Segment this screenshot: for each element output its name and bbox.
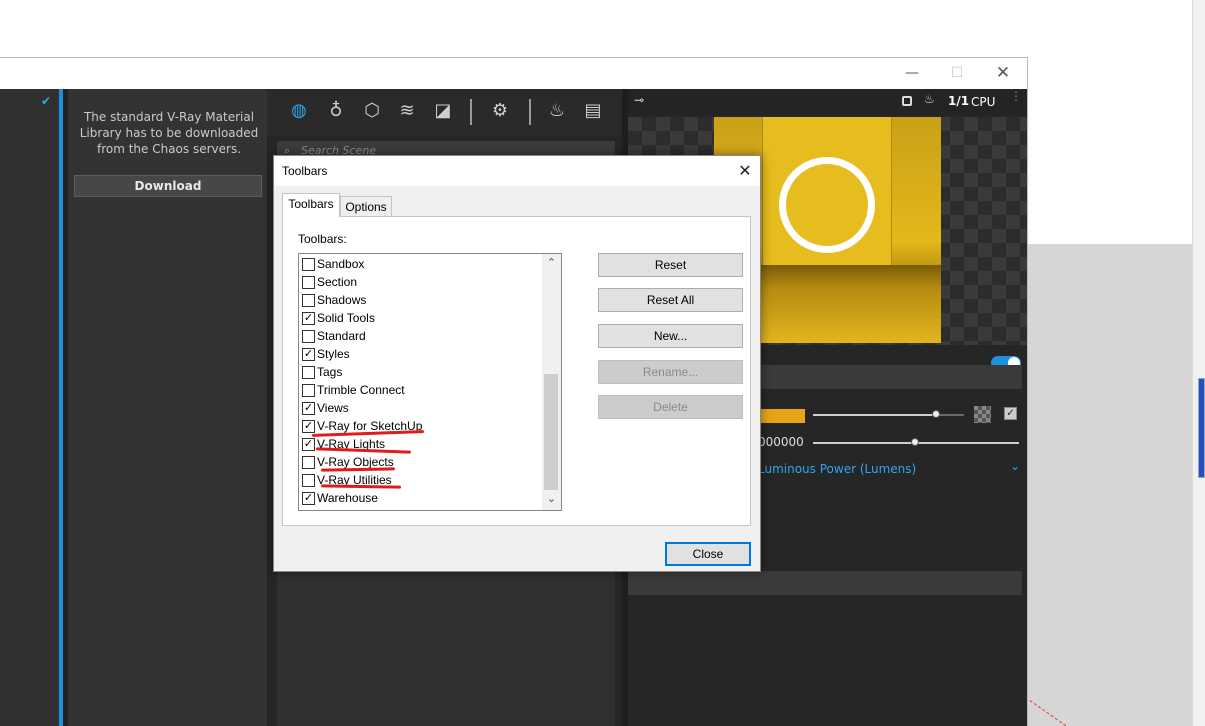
stop-icon[interactable] bbox=[902, 96, 912, 106]
toolbar-list-item[interactable]: ✓ Warehouse bbox=[302, 489, 542, 507]
dialog-title: Toolbars bbox=[282, 164, 328, 178]
new-toolbar-button[interactable]: New... bbox=[598, 324, 743, 348]
download-library-button[interactable]: Download bbox=[74, 175, 262, 197]
delete-button[interactable]: Delete bbox=[598, 395, 743, 419]
toolbar-item-label: Solid Tools bbox=[317, 311, 375, 325]
scroll-up-arrow-icon[interactable]: ⌃ bbox=[542, 256, 561, 269]
chevron-down-icon[interactable]: ⌄ bbox=[1010, 459, 1020, 473]
toolbar-item-label: Sandbox bbox=[317, 257, 365, 271]
toolbar-item-label: Shadows bbox=[317, 293, 367, 307]
dialog-titlebar: Toolbars ✕ bbox=[274, 156, 760, 186]
toolbar-item-label: Warehouse bbox=[317, 491, 378, 505]
toolbar-list-item[interactable]: Trimble Connect bbox=[302, 381, 542, 399]
toolbar-checkbox[interactable] bbox=[302, 294, 315, 307]
more-options-icon[interactable]: ⋮ bbox=[1010, 90, 1022, 102]
toolbar-item-label: Section bbox=[317, 275, 358, 289]
texture-slot-icon[interactable] bbox=[974, 406, 991, 423]
toolbar-item-label: Tags bbox=[317, 365, 343, 379]
toolbar-list-item[interactable]: ✓ Views bbox=[302, 399, 542, 417]
window-titlebar: — ☐ ✕ bbox=[0, 58, 1027, 89]
toolbar-separator bbox=[529, 99, 531, 125]
texture-enable-checkbox[interactable]: ✓ bbox=[1004, 407, 1017, 420]
geometry-icon[interactable]: ⬡ bbox=[358, 99, 386, 123]
ring-light-shape bbox=[779, 157, 875, 253]
scroll-thumb[interactable] bbox=[544, 374, 558, 490]
tab-options[interactable]: Options bbox=[340, 196, 392, 218]
toolbar-list-item[interactable]: ✓ Styles bbox=[302, 345, 542, 363]
toolbar-item-label: Trimble Connect bbox=[317, 383, 405, 397]
rename-button[interactable]: Rename... bbox=[598, 360, 743, 384]
toolbars-list: Sandbox Section Shadows ✓ Solid Tools Standar… bbox=[298, 253, 562, 511]
toolbar-checkbox[interactable] bbox=[302, 384, 315, 397]
link-icon[interactable]: ⊸ bbox=[634, 93, 644, 107]
toolbar-item-label: Views bbox=[317, 401, 349, 415]
settings-icon[interactable]: ⚙ bbox=[486, 99, 514, 123]
units-dropdown[interactable]: Luminous Power (Lumens) bbox=[758, 462, 916, 476]
lights-icon[interactable]: ♁ bbox=[322, 99, 350, 123]
toolbars-tab-panel: Toolbars: Sandbox Section Shadows ✓ Solid To… bbox=[282, 216, 751, 526]
reset-all-button[interactable]: Reset All bbox=[598, 288, 743, 312]
dialog-close-icon[interactable]: ✕ bbox=[736, 161, 754, 181]
toolbar-separator bbox=[470, 99, 472, 125]
host-scrollbar[interactable] bbox=[1192, 0, 1205, 726]
color-slider-knob[interactable] bbox=[932, 410, 940, 418]
toolbar-checkbox[interactable] bbox=[302, 474, 315, 487]
toolbar-checkbox[interactable] bbox=[302, 258, 315, 271]
material-library-pane: The standard V-Ray Material Library has … bbox=[68, 89, 267, 726]
toolbar-checkbox[interactable]: ✓ bbox=[302, 492, 315, 505]
toolbar-list-item[interactable]: ✓ Solid Tools bbox=[302, 309, 542, 327]
window-close-button[interactable]: ✕ bbox=[993, 64, 1013, 82]
toolbar-checkbox[interactable]: ✓ bbox=[302, 312, 315, 325]
toolbar-checkbox[interactable]: ✓ bbox=[302, 348, 315, 361]
tab-toolbars[interactable]: Toolbars bbox=[282, 193, 340, 217]
toolbar-list-item[interactable]: Section bbox=[302, 273, 542, 291]
toolbars-list-label: Toolbars: bbox=[298, 232, 347, 246]
render-ratio[interactable]: 1/1 bbox=[948, 94, 969, 108]
minimize-button[interactable]: — bbox=[902, 64, 922, 82]
toolbar-list-item[interactable]: Tags bbox=[302, 363, 542, 381]
teapot-icon[interactable]: ♨ bbox=[924, 92, 935, 106]
toolbar-list-item[interactable]: Standard bbox=[302, 327, 542, 345]
color-slider-rest bbox=[940, 414, 964, 416]
scroll-down-arrow-icon[interactable]: ⌄ bbox=[542, 492, 561, 505]
toolbar-checkbox[interactable] bbox=[302, 366, 315, 379]
toolbar-item-label: Standard bbox=[317, 329, 366, 343]
intensity-value[interactable]: 000000 bbox=[758, 435, 804, 449]
asset-category-sidebar: ✔ bbox=[0, 89, 63, 726]
render-engine[interactable]: CPU bbox=[971, 95, 995, 109]
preview-toolbar: ⊸ ♨ 1/1 CPU ⋮ bbox=[628, 89, 1027, 115]
toolbar-checkbox[interactable]: ✓ bbox=[302, 420, 315, 433]
textures-icon[interactable]: ◪ bbox=[429, 99, 457, 123]
toolbar-checkbox[interactable] bbox=[302, 456, 315, 469]
vray-check-icon: ✔ bbox=[41, 94, 52, 108]
toolbar-checkbox[interactable]: ✓ bbox=[302, 402, 315, 415]
toolbar-list-item[interactable]: Sandbox bbox=[302, 255, 542, 273]
toolbars-dialog: Toolbars ✕ Toolbars Options Toolbars: Sa… bbox=[273, 155, 761, 572]
toolbar-item-label: Styles bbox=[317, 347, 350, 361]
materials-icon[interactable]: ◍ bbox=[285, 99, 313, 123]
sketchup-viewport bbox=[1027, 244, 1192, 726]
reset-button[interactable]: Reset bbox=[598, 253, 743, 277]
list-scrollbar[interactable]: ⌃ ⌄ bbox=[542, 254, 561, 510]
maximize-button[interactable]: ☐ bbox=[947, 64, 967, 82]
asset-toolbar: ◍ ♁ ⬡ ≋ ◪ ⚙ ♨ ▤ bbox=[267, 89, 622, 135]
library-download-message: The standard V-Ray Material Library has … bbox=[79, 110, 259, 156]
close-button[interactable]: Close bbox=[665, 542, 751, 566]
toolbar-checkbox[interactable] bbox=[302, 330, 315, 343]
teapot-render-icon[interactable]: ♨ bbox=[543, 99, 571, 123]
host-side-widget bbox=[1198, 378, 1205, 478]
toolbar-list-item[interactable]: Shadows bbox=[302, 291, 542, 309]
toolbar-checkbox[interactable] bbox=[302, 276, 315, 289]
toolbar-checkbox[interactable]: ✓ bbox=[302, 438, 315, 451]
frame-buffer-icon[interactable]: ▤ bbox=[579, 99, 607, 123]
layers-icon[interactable]: ≋ bbox=[393, 99, 421, 123]
light-color-swatch[interactable] bbox=[758, 409, 805, 423]
settings-section-row[interactable] bbox=[628, 571, 1022, 595]
intensity-slider-knob[interactable] bbox=[911, 438, 919, 446]
